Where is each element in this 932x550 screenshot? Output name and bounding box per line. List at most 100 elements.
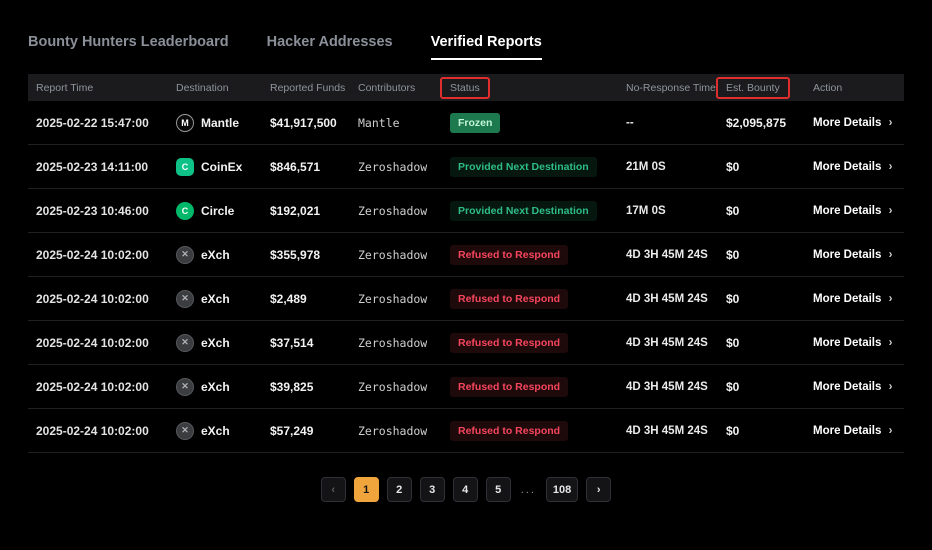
exch-icon: ✕ (176, 422, 194, 440)
no-response-time-cell: 4D 3H 45M 24S (618, 381, 718, 393)
more-details-link[interactable]: More Details › (805, 117, 904, 129)
contributors-cell: Zeroshadow (350, 292, 442, 306)
page-button-2[interactable]: 2 (387, 477, 412, 502)
status-badge: Provided Next Destination (450, 157, 597, 177)
est-bounty-cell: $0 (718, 204, 805, 218)
more-details-link[interactable]: More Details › (805, 337, 904, 349)
no-response-time-cell: 4D 3H 45M 24S (618, 249, 718, 261)
header-action: Action (805, 82, 904, 94)
tab-verified-reports[interactable]: Verified Reports (431, 34, 542, 60)
no-response-time-cell: 17M 0S (618, 205, 718, 217)
report-time-cell: 2025-02-24 10:02:00 (28, 248, 168, 262)
chevron-right-icon: › (889, 249, 893, 261)
no-response-time-cell: -- (618, 117, 718, 129)
destination-name: eXch (201, 248, 230, 262)
destination-cell: ✕ eXch (168, 290, 262, 308)
no-response-time-cell: 4D 3H 45M 24S (618, 337, 718, 349)
no-response-time-cell: 21M 0S (618, 161, 718, 173)
table-row: 2025-02-24 10:02:00 ✕ eXch $57,249 Zeros… (28, 409, 904, 453)
page-button-4[interactable]: 4 (453, 477, 478, 502)
table-row: 2025-02-24 10:02:00 ✕ eXch $39,825 Zeros… (28, 365, 904, 409)
chevron-right-icon: › (889, 161, 893, 173)
prev-page-button[interactable]: ‹ (321, 477, 346, 502)
reported-funds-cell: $57,249 (262, 424, 350, 438)
table-row: 2025-02-24 10:02:00 ✕ eXch $355,978 Zero… (28, 233, 904, 277)
destination-name: Circle (201, 204, 234, 218)
page: Bounty Hunters Leaderboard Hacker Addres… (0, 34, 932, 502)
more-details-link[interactable]: More Details › (805, 425, 904, 437)
status-badge: Refused to Respond (450, 377, 568, 397)
header-contributors: Contributors (350, 82, 442, 94)
chevron-right-icon: › (889, 425, 893, 437)
status-cell: Refused to Respond (442, 421, 618, 441)
annotation-box-status: Status (440, 77, 490, 99)
header-status: Status (442, 82, 618, 94)
est-bounty-cell: $0 (718, 424, 805, 438)
table-row: 2025-02-23 14:11:00 C CoinEx $846,571 Ze… (28, 145, 904, 189)
status-cell: Refused to Respond (442, 333, 618, 353)
page-button-108[interactable]: 108 (546, 477, 578, 502)
est-bounty-cell: $0 (718, 248, 805, 262)
status-badge: Frozen (450, 113, 500, 133)
page-button-3[interactable]: 3 (420, 477, 445, 502)
more-details-link[interactable]: More Details › (805, 381, 904, 393)
page-button-5[interactable]: 5 (486, 477, 511, 502)
report-time-cell: 2025-02-24 10:02:00 (28, 292, 168, 306)
contributors-cell: Zeroshadow (350, 248, 442, 262)
coinex-icon: C (176, 158, 194, 176)
chevron-right-icon: › (889, 337, 893, 349)
page-button-1[interactable]: 1 (354, 477, 379, 502)
table-row: 2025-02-24 10:02:00 ✕ eXch $37,514 Zeros… (28, 321, 904, 365)
destination-cell: ✕ eXch (168, 334, 262, 352)
more-details-link[interactable]: More Details › (805, 249, 904, 261)
tab-bar: Bounty Hunters Leaderboard Hacker Addres… (28, 34, 904, 60)
more-details-link[interactable]: More Details › (805, 293, 904, 305)
table-header: Report Time Destination Reported Funds C… (28, 74, 904, 101)
status-badge: Refused to Respond (450, 333, 568, 353)
est-bounty-cell: $0 (718, 336, 805, 350)
destination-cell: ✕ eXch (168, 422, 262, 440)
no-response-time-cell: 4D 3H 45M 24S (618, 425, 718, 437)
contributors-cell: Mantle (350, 116, 442, 130)
header-no-response-time: No-Response Time (618, 82, 718, 94)
more-details-label: More Details (813, 425, 881, 437)
circle-icon: C (176, 202, 194, 220)
destination-name: eXch (201, 424, 230, 438)
header-reported-funds: Reported Funds (262, 82, 350, 94)
table-row: 2025-02-23 10:46:00 C Circle $192,021 Ze… (28, 189, 904, 233)
more-details-label: More Details (813, 381, 881, 393)
destination-cell: M Mantle (168, 114, 262, 132)
report-time-cell: 2025-02-24 10:02:00 (28, 336, 168, 350)
mantle-icon: M (176, 114, 194, 132)
annotation-box-est-bounty: Est. Bounty (716, 77, 790, 99)
contributors-cell: Zeroshadow (350, 424, 442, 438)
more-details-link[interactable]: More Details › (805, 161, 904, 173)
contributors-cell: Zeroshadow (350, 160, 442, 174)
destination-name: CoinEx (201, 160, 242, 174)
exch-icon: ✕ (176, 334, 194, 352)
destination-cell: C CoinEx (168, 158, 262, 176)
report-time-cell: 2025-02-22 15:47:00 (28, 116, 168, 130)
status-badge: Refused to Respond (450, 289, 568, 309)
more-details-label: More Details (813, 249, 881, 261)
destination-cell: ✕ eXch (168, 378, 262, 396)
tab-hacker-addresses[interactable]: Hacker Addresses (267, 34, 393, 60)
more-details-label: More Details (813, 293, 881, 305)
destination-cell: C Circle (168, 202, 262, 220)
next-page-button[interactable]: › (586, 477, 611, 502)
chevron-right-icon: › (889, 381, 893, 393)
more-details-link[interactable]: More Details › (805, 205, 904, 217)
tab-bounty-hunters-leaderboard[interactable]: Bounty Hunters Leaderboard (28, 34, 229, 60)
contributors-cell: Zeroshadow (350, 204, 442, 218)
header-report-time: Report Time (28, 82, 168, 94)
est-bounty-cell: $0 (718, 380, 805, 394)
more-details-label: More Details (813, 117, 881, 129)
status-badge: Provided Next Destination (450, 201, 597, 221)
pagination-ellipsis: ... (519, 484, 538, 496)
chevron-right-icon: › (889, 293, 893, 305)
reported-funds-cell: $41,917,500 (262, 116, 350, 130)
est-bounty-cell: $0 (718, 160, 805, 174)
est-bounty-cell: $0 (718, 292, 805, 306)
status-cell: Refused to Respond (442, 289, 618, 309)
more-details-label: More Details (813, 161, 881, 173)
